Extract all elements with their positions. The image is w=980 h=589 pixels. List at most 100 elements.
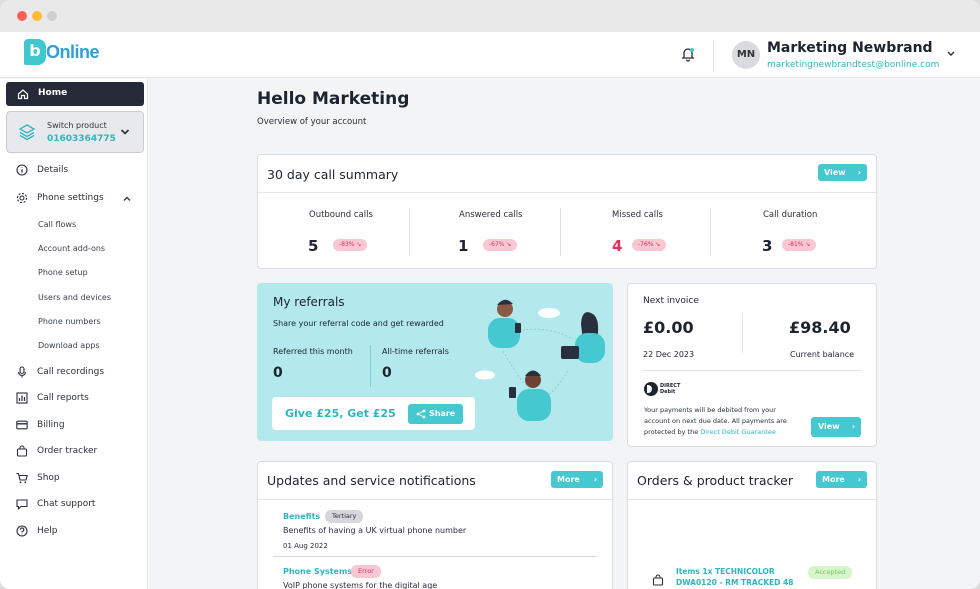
card-divider	[628, 499, 876, 500]
chevron-right-icon: ›	[851, 422, 855, 431]
referred-month-label: Referred this month	[273, 347, 353, 356]
orders-title: Orders & product tracker	[637, 473, 793, 488]
sidebar-item-shop[interactable]: Shop	[0, 469, 148, 489]
change-badge-duration: -81% ↘	[782, 239, 817, 251]
chevron-right-icon: ›	[857, 168, 861, 177]
updates-more-button[interactable]: More ›	[551, 471, 603, 488]
column-divider	[560, 208, 561, 256]
notification-text: VoIP phone systems for the digital age	[283, 581, 438, 589]
card-divider	[258, 192, 876, 193]
sidebar-item-label: Help	[37, 526, 58, 536]
order-item-link[interactable]: Items 1x TECHNICOLOR DWA0120 - RM TRACKE…	[676, 566, 796, 588]
notification-date: 01 Aug 2022	[283, 542, 328, 550]
stat-label-missed: Missed calls	[612, 210, 663, 220]
bonline-logo[interactable]: b Online	[24, 39, 100, 69]
orders-more-button[interactable]: More ›	[816, 471, 867, 488]
stat-label-answered: Answered calls	[459, 210, 523, 220]
sidebar-item-label: Billing	[37, 420, 65, 430]
sidebar-item-chat-support[interactable]: Chat support	[0, 495, 148, 515]
sidebar-item-label: Call reports	[37, 393, 89, 403]
sidebar-subitem-account-add-ons[interactable]: Account add-ons	[38, 244, 105, 253]
sidebar-item-call-reports[interactable]: Call reports	[0, 389, 148, 409]
bag-icon	[16, 445, 28, 457]
sidebar-item-details[interactable]: Details	[0, 161, 148, 181]
page-subtitle: Overview of your account	[257, 117, 367, 127]
direct-debit-text: DIRECT Debit	[660, 383, 681, 395]
sidebar-item-label: Shop	[37, 473, 60, 483]
chevron-down-icon[interactable]	[946, 50, 956, 58]
minimize-window-button[interactable]	[32, 11, 42, 21]
sidebar-subitem-phone-numbers[interactable]: Phone numbers	[38, 317, 101, 326]
user-name[interactable]: Marketing Newbrand	[767, 40, 933, 56]
invoice-amount: £0.00	[643, 318, 694, 337]
direct-debit-note: Your payments will be debited from your …	[644, 405, 794, 438]
tag-tertiary: Tertiary	[325, 510, 364, 523]
invoice-date: 22 Dec 2023	[643, 350, 695, 359]
all-time-value: 0	[382, 365, 392, 381]
sidebar-item-label: Details	[37, 165, 69, 175]
bell-icon[interactable]	[680, 46, 696, 62]
call-summary-title: 30 day call summary	[267, 167, 399, 182]
sidebar-subitem-download-apps[interactable]: Download apps	[38, 341, 100, 350]
switch-product-label: Switch product	[47, 121, 107, 130]
sidebar-subitem-call-flows[interactable]: Call flows	[38, 220, 76, 229]
close-window-button[interactable]	[17, 11, 27, 21]
sidebar-item-call-recordings[interactable]: Call recordings	[0, 363, 148, 383]
switch-product-button[interactable]: Switch product 01603364775	[6, 111, 144, 153]
direct-debit-guarantee-link[interactable]: Direct Debit Guarantee	[700, 428, 776, 436]
sidebar-subitem-phone-setup[interactable]: Phone setup	[38, 268, 88, 277]
stat-label-duration: Call duration	[763, 210, 818, 220]
switch-product-number: 01603364775	[47, 134, 116, 144]
button-label: View	[818, 422, 840, 431]
share-button[interactable]: Share	[408, 404, 463, 424]
card-divider	[258, 499, 612, 500]
stat-label-outbound: Outbound calls	[309, 210, 373, 220]
button-label: Share	[429, 409, 456, 418]
column-divider	[409, 208, 410, 256]
sidebar-item-label: Call recordings	[37, 367, 105, 377]
chevron-right-icon: ›	[593, 475, 597, 484]
referrals-subtitle: Share your referral code and get rewarde…	[273, 319, 444, 328]
order-status-badge: Accepted	[808, 566, 853, 579]
sidebar-item-home[interactable]: Home	[6, 82, 144, 106]
column-divider	[370, 345, 371, 387]
people-illustration	[475, 299, 605, 421]
invoice-view-button[interactable]: View ›	[811, 417, 861, 437]
card-icon	[16, 420, 28, 430]
chart-icon	[16, 392, 28, 404]
chevron-up-icon	[123, 196, 131, 201]
user-email: marketingnewbrandtest@bonline.com	[767, 60, 940, 70]
sidebar-item-help[interactable]: Help	[0, 522, 148, 542]
current-balance-amount: £98.40	[789, 318, 851, 337]
call-summary-view-button[interactable]: View ›	[818, 164, 867, 181]
maximize-window-button[interactable]	[47, 11, 57, 21]
window-titlebar	[0, 0, 980, 32]
sidebar-item-phone-settings[interactable]: Phone settings	[0, 189, 148, 209]
notification-text: Benefits of having a UK virtual phone nu…	[283, 526, 467, 535]
avatar[interactable]: MN	[732, 41, 760, 69]
all-time-label: All-time referrals	[382, 347, 449, 356]
chevron-down-icon	[120, 129, 130, 135]
header-divider	[713, 40, 714, 72]
cart-icon	[16, 472, 28, 484]
sidebar-item-label: Home	[38, 88, 68, 98]
sidebar-item-order-tracker[interactable]: Order tracker	[0, 442, 148, 462]
change-badge-missed: -76% ↘	[632, 239, 667, 251]
stat-value-missed: 4	[612, 237, 623, 255]
button-label: More	[822, 475, 845, 484]
stat-value-duration: 3	[762, 237, 773, 255]
logo-text: Online	[46, 42, 100, 62]
sidebar-item-billing[interactable]: Billing	[0, 416, 148, 436]
column-divider	[742, 313, 743, 353]
stat-value-outbound: 5	[308, 237, 319, 255]
change-badge-outbound: -83% ↘	[333, 239, 368, 251]
sidebar-subitem-users-and-devices[interactable]: Users and devices	[38, 293, 111, 302]
notification-link-benefits[interactable]: Benefits	[283, 512, 320, 521]
logo-mark: b	[24, 39, 46, 65]
list-divider	[273, 556, 597, 557]
notification-link-phone-systems[interactable]: Phone Systems	[283, 567, 352, 576]
current-balance-label: Current balance	[790, 350, 855, 359]
tag-error: Error	[351, 565, 381, 578]
invoice-title: Next invoice	[643, 296, 699, 306]
sidebar-item-label: Order tracker	[37, 446, 98, 456]
